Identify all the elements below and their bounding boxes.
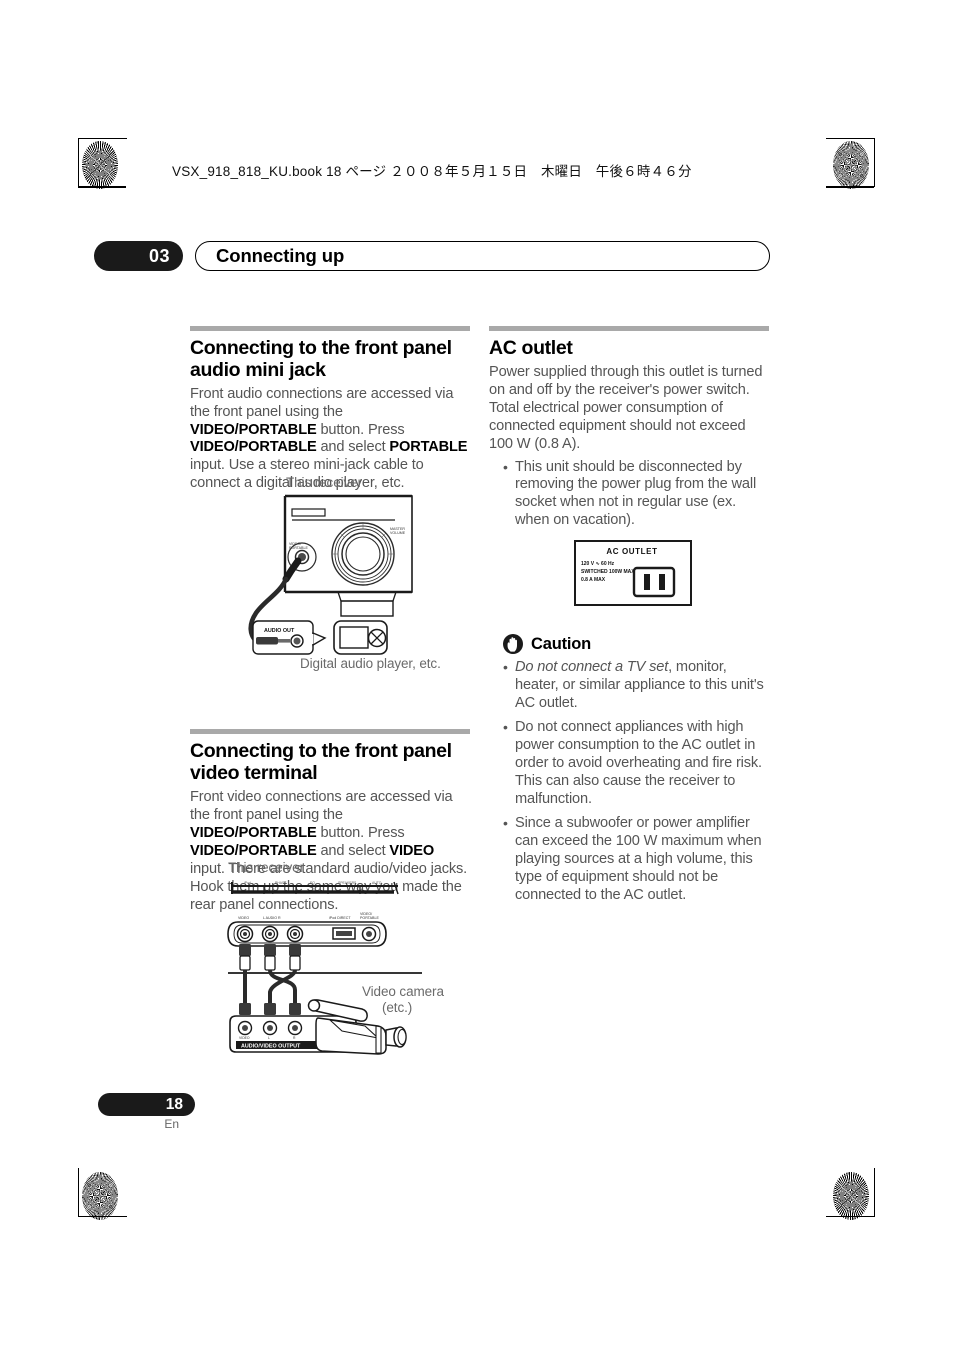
figure-ac-outlet: AC OUTLET 120 V ∿ 60 Hz SWITCHED 100W MA… xyxy=(489,540,769,618)
registration-mark-right-upper xyxy=(828,202,854,236)
jack-label-vp2: PORTABLE xyxy=(360,916,379,920)
text-run-bold: PORTABLE xyxy=(389,439,468,456)
section-rule xyxy=(190,326,470,331)
text-run-bold: VIDEO/PORTABLE xyxy=(190,842,317,859)
registration-mark-bottom-right xyxy=(770,1165,796,1199)
ac-outlet-title: AC OUTLET xyxy=(606,547,657,556)
text-run: button. Press xyxy=(316,421,405,438)
jack-label-portable: PORTABLE xyxy=(289,546,308,550)
crop-mark-top-left xyxy=(78,138,127,187)
caution-title: Caution xyxy=(531,634,592,653)
text-run: Front audio connections are accessed via… xyxy=(190,385,454,420)
section-rule xyxy=(190,729,470,735)
text-run: and select xyxy=(316,439,390,456)
figure2-caption-this-receiver: This receiver xyxy=(228,860,304,875)
knob-label-volume: VOLUME xyxy=(390,531,406,535)
text-run-bold: VIDEO/PORTABLE xyxy=(190,439,317,456)
chapter-title: Connecting up xyxy=(195,241,770,271)
list-item: Since a subwoofer or power amplifier can… xyxy=(503,815,769,905)
caution-bullet-list: Do not connect a TV set, monitor, heater… xyxy=(489,659,769,904)
text-run-bold: VIDEO xyxy=(389,842,435,859)
crop-mark-bottom-right xyxy=(826,1168,875,1217)
text-run: button. Press xyxy=(316,824,405,841)
figure2-caption-camera-line1: Video camera xyxy=(362,984,444,999)
jack-label-audio: L AUDIO R xyxy=(263,916,281,920)
svg-text:EQ: EQ xyxy=(310,881,315,885)
ac-outlet-spec3: 0.8 A MAX xyxy=(581,577,606,583)
section-heading-video-terminal: Connecting to the front panel video term… xyxy=(190,740,452,785)
figure2-drawing: iPod PHASE EQ SPEAKERS AUTO VIDEO L AUDI… xyxy=(227,881,422,1055)
list-item: Do not connect a TV set, monitor, heater… xyxy=(503,659,769,713)
file-header-line: VSX_918_818_KU.book 18 ページ ２００８年５月１５日 木曜… xyxy=(172,164,692,179)
section-rule xyxy=(489,326,769,331)
figure1-caption-this-receiver: This receiver xyxy=(286,475,362,490)
ac-outlet-bullet-list: This unit should be disconnected by remo… xyxy=(489,459,769,531)
chapter-number-badge: 03 xyxy=(94,241,183,271)
svg-text:SPEAKERS: SPEAKERS xyxy=(338,881,357,885)
page-language-label: En xyxy=(164,1117,179,1131)
callout-label-audio-out: AUDIO OUT xyxy=(264,628,295,634)
registration-mark-top-right xyxy=(770,152,796,186)
figure-front-panel-video-terminal: This receiver iPod PHASE EQ SPEAKERS AUT… xyxy=(190,860,470,1060)
figure2-caption-camera-line2: (etc.) xyxy=(382,1000,413,1015)
page-number-badge: 18 xyxy=(98,1093,195,1116)
callout-label-av-output: AUDIO/VIDEO OUTPUT xyxy=(241,1044,301,1050)
text-run: Front video connections are accessed via… xyxy=(190,788,453,823)
stop-hand-icon xyxy=(503,634,523,655)
registration-mark-left-upper xyxy=(100,202,126,236)
jack-label-video: VIDEO xyxy=(238,916,249,920)
rca-plugs-top xyxy=(239,944,301,971)
caution-header: Caution xyxy=(503,634,769,655)
registration-mark-top-left xyxy=(148,152,174,186)
right-column: AC outlet Power supplied through this ou… xyxy=(489,326,769,910)
registration-mark-right-lower xyxy=(828,1112,854,1146)
list-item: This unit should be disconnected by remo… xyxy=(503,459,769,531)
callout-jack-l: L xyxy=(268,1036,270,1040)
trim-line-top-right xyxy=(826,186,874,188)
registration-mark-right-middle xyxy=(828,658,854,692)
ac-outlet-drawing: AC OUTLET 120 V ∿ 60 Hz SWITCHED 100W MA… xyxy=(574,540,692,607)
figure-front-panel-audio-minijack: This receiver MASTER VOLUME VIDEO/ PORTA… xyxy=(190,475,470,671)
text-run-bold: VIDEO/PORTABLE xyxy=(190,421,317,438)
section-heading-ac-outlet: AC outlet xyxy=(489,337,573,359)
rca-plugs-bottom xyxy=(239,1003,301,1015)
svg-text:iPod: iPod xyxy=(244,881,251,885)
svg-text:AUTO: AUTO xyxy=(372,881,382,885)
section-heading-audio-mini-jack: Connecting to the front panel audio mini… xyxy=(190,337,452,381)
crop-mark-bottom-left xyxy=(78,1168,127,1217)
trim-line-top xyxy=(78,186,126,188)
crop-mark-top-right xyxy=(826,138,875,187)
figure1-drawing: MASTER VOLUME VIDEO/ PORTABLE AUDIO OUT xyxy=(248,494,413,655)
ac-outlet-spec1: 120 V ∿ 60 Hz xyxy=(581,561,615,567)
chapter-header: 03 Connecting up xyxy=(94,241,770,271)
svg-text:PHASE: PHASE xyxy=(275,881,287,885)
list-item: Do not connect appliances with high powe… xyxy=(503,719,769,809)
registration-mark-bottom-left xyxy=(148,1165,174,1199)
ac-outlet-spec2: SWITCHED 100W MAX xyxy=(581,569,635,575)
callout-jack-video: VIDEO xyxy=(239,1036,250,1040)
document-page: VSX_918_818_KU.book 18 ページ ２００８年５月１５日 木曜… xyxy=(0,0,954,1351)
registration-mark-bottom-center xyxy=(463,1165,489,1199)
section-body-ac-outlet: Power supplied through this outlet is tu… xyxy=(489,363,763,452)
registration-mark-left-middle xyxy=(100,658,126,692)
figure1-caption-player: Digital audio player, etc. xyxy=(300,656,441,671)
text-run: and select xyxy=(316,842,390,859)
jack-label-ipod: iPod DIRECT xyxy=(329,916,351,920)
text-run-bold: VIDEO/PORTABLE xyxy=(190,824,317,841)
italic-lead: Do not connect a TV set xyxy=(515,659,669,676)
